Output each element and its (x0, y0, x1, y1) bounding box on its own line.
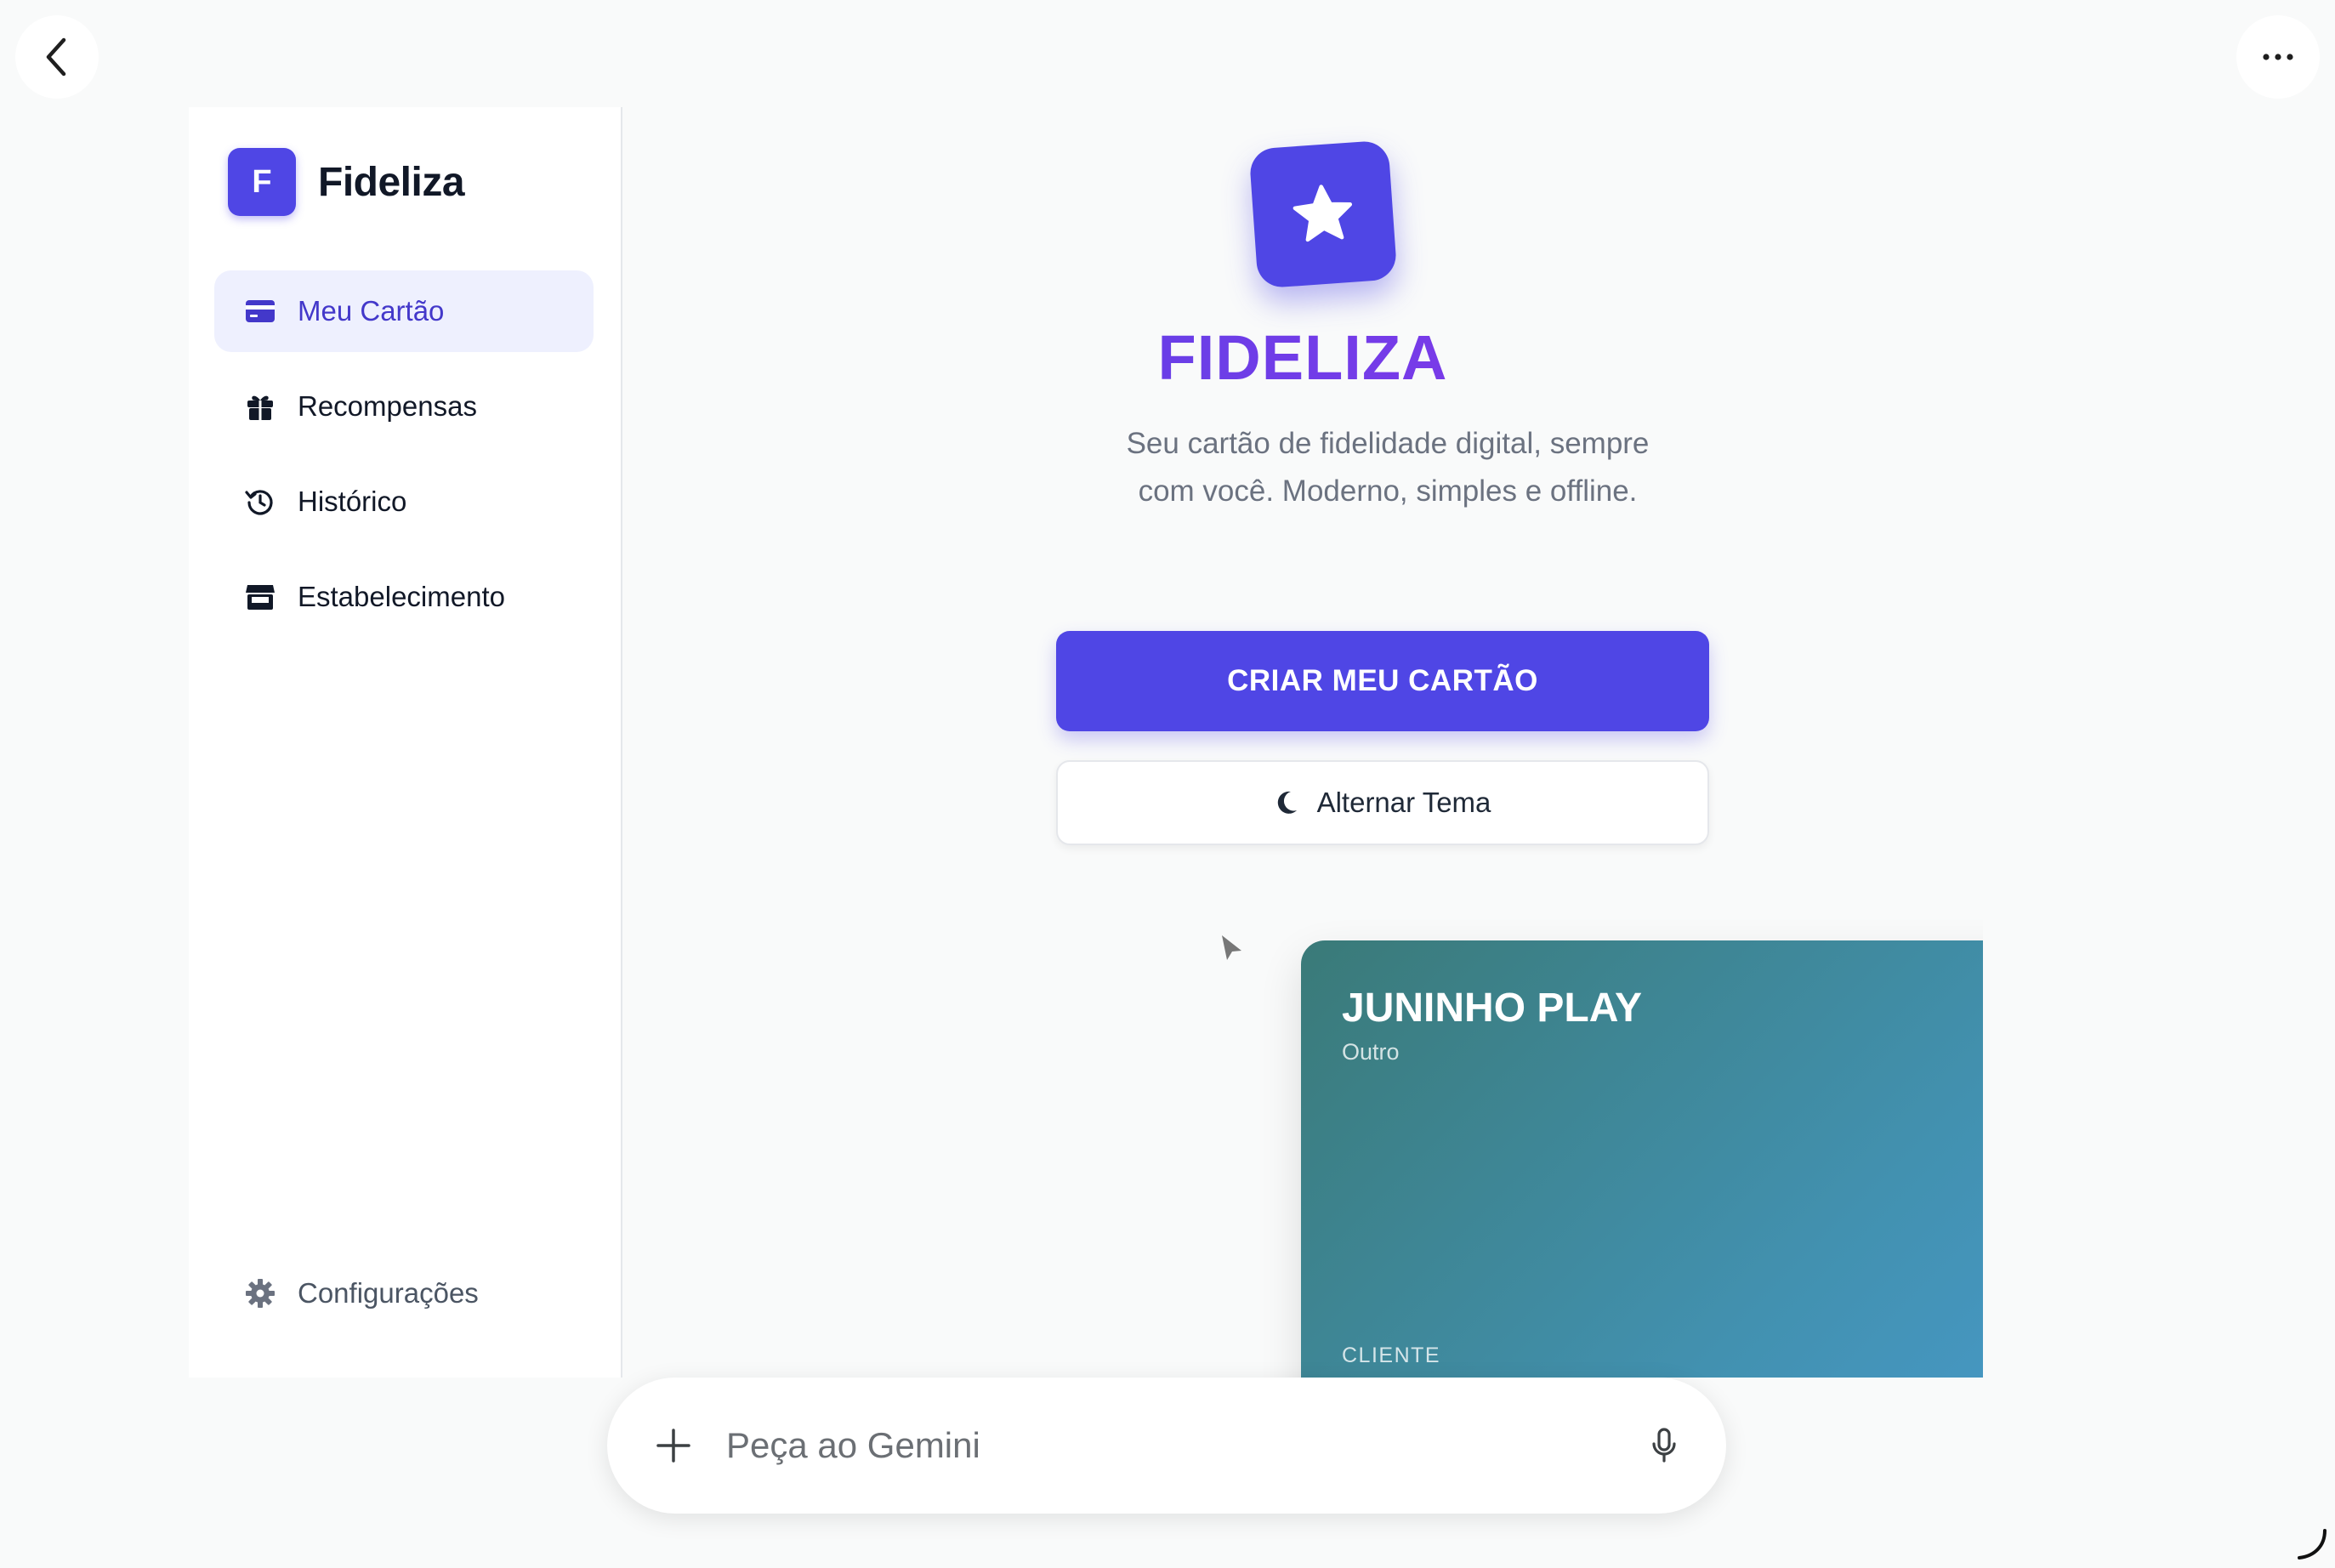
credit-card-icon (243, 294, 277, 328)
loyalty-card[interactable]: JUNINHO PLAY Outro CLIENTE (1301, 940, 1983, 1378)
more-options-button[interactable] (2236, 15, 2320, 99)
brand[interactable]: F Fideliza (228, 148, 465, 216)
sidebar-item-configuracoes[interactable]: Configurações (214, 1257, 594, 1330)
gift-icon (243, 389, 277, 423)
back-button[interactable] (15, 15, 99, 99)
more-horizontal-icon (2263, 54, 2293, 60)
gemini-input[interactable] (726, 1425, 1650, 1466)
sidebar-item-label: Estabelecimento (298, 581, 505, 612)
plus-icon[interactable] (655, 1427, 692, 1464)
main-content: FIDELIZA Seu cartão de fidelidade digita… (622, 107, 1983, 1378)
brand-name: Fideliza (318, 159, 465, 205)
sidebar-item-meu-cartao[interactable]: Meu Cartão (214, 270, 594, 352)
create-card-button[interactable]: CRIAR MEU CARTÃO (1056, 631, 1709, 731)
hero-subtitle: Seu cartão de fidelidade digital, sempre… (1126, 427, 1650, 508)
sidebar-item-label: Recompensas (298, 390, 477, 422)
sidebar-item-historico[interactable]: Histórico (214, 461, 594, 543)
resize-handle-icon[interactable] (2292, 1525, 2330, 1563)
store-icon (243, 580, 277, 614)
sidebar-item-label: Meu Cartão (298, 295, 445, 327)
card-holder-label: CLIENTE (1342, 1344, 1441, 1367)
sidebar-item-estabelecimento[interactable]: Estabelecimento (214, 556, 594, 638)
sidebar-item-label: Histórico (298, 486, 407, 517)
mouse-cursor-icon (1222, 935, 1241, 960)
app-window: F Fideliza Meu Cartão Recompensas Histór… (189, 107, 1983, 1378)
gemini-prompt-bar (607, 1378, 1726, 1514)
card-title: JUNINHO PLAY (1342, 986, 1642, 1031)
sidebar-nav: Meu Cartão Recompensas Histórico Estabel… (214, 270, 594, 651)
chevron-left-icon (46, 37, 66, 77)
gear-icon (243, 1276, 277, 1310)
hero-logo (1248, 139, 1398, 289)
microphone-icon[interactable] (1650, 1427, 1679, 1464)
moon-icon (1275, 790, 1298, 815)
sidebar: F Fideliza Meu Cartão Recompensas Histór… (189, 107, 622, 1378)
sidebar-item-recompensas[interactable]: Recompensas (214, 366, 594, 447)
card-category: Outro (1342, 1039, 1400, 1065)
hero-title: FIDELIZA (622, 321, 1983, 394)
settings-label: Configurações (298, 1277, 479, 1309)
toggle-theme-label: Alternar Tema (1316, 787, 1491, 818)
star-icon (1292, 185, 1353, 242)
screen: F Fideliza Meu Cartão Recompensas Histór… (0, 0, 2335, 1568)
toggle-theme-button[interactable]: Alternar Tema (1056, 760, 1709, 845)
brand-logo: F (228, 148, 296, 216)
history-icon (243, 485, 277, 519)
